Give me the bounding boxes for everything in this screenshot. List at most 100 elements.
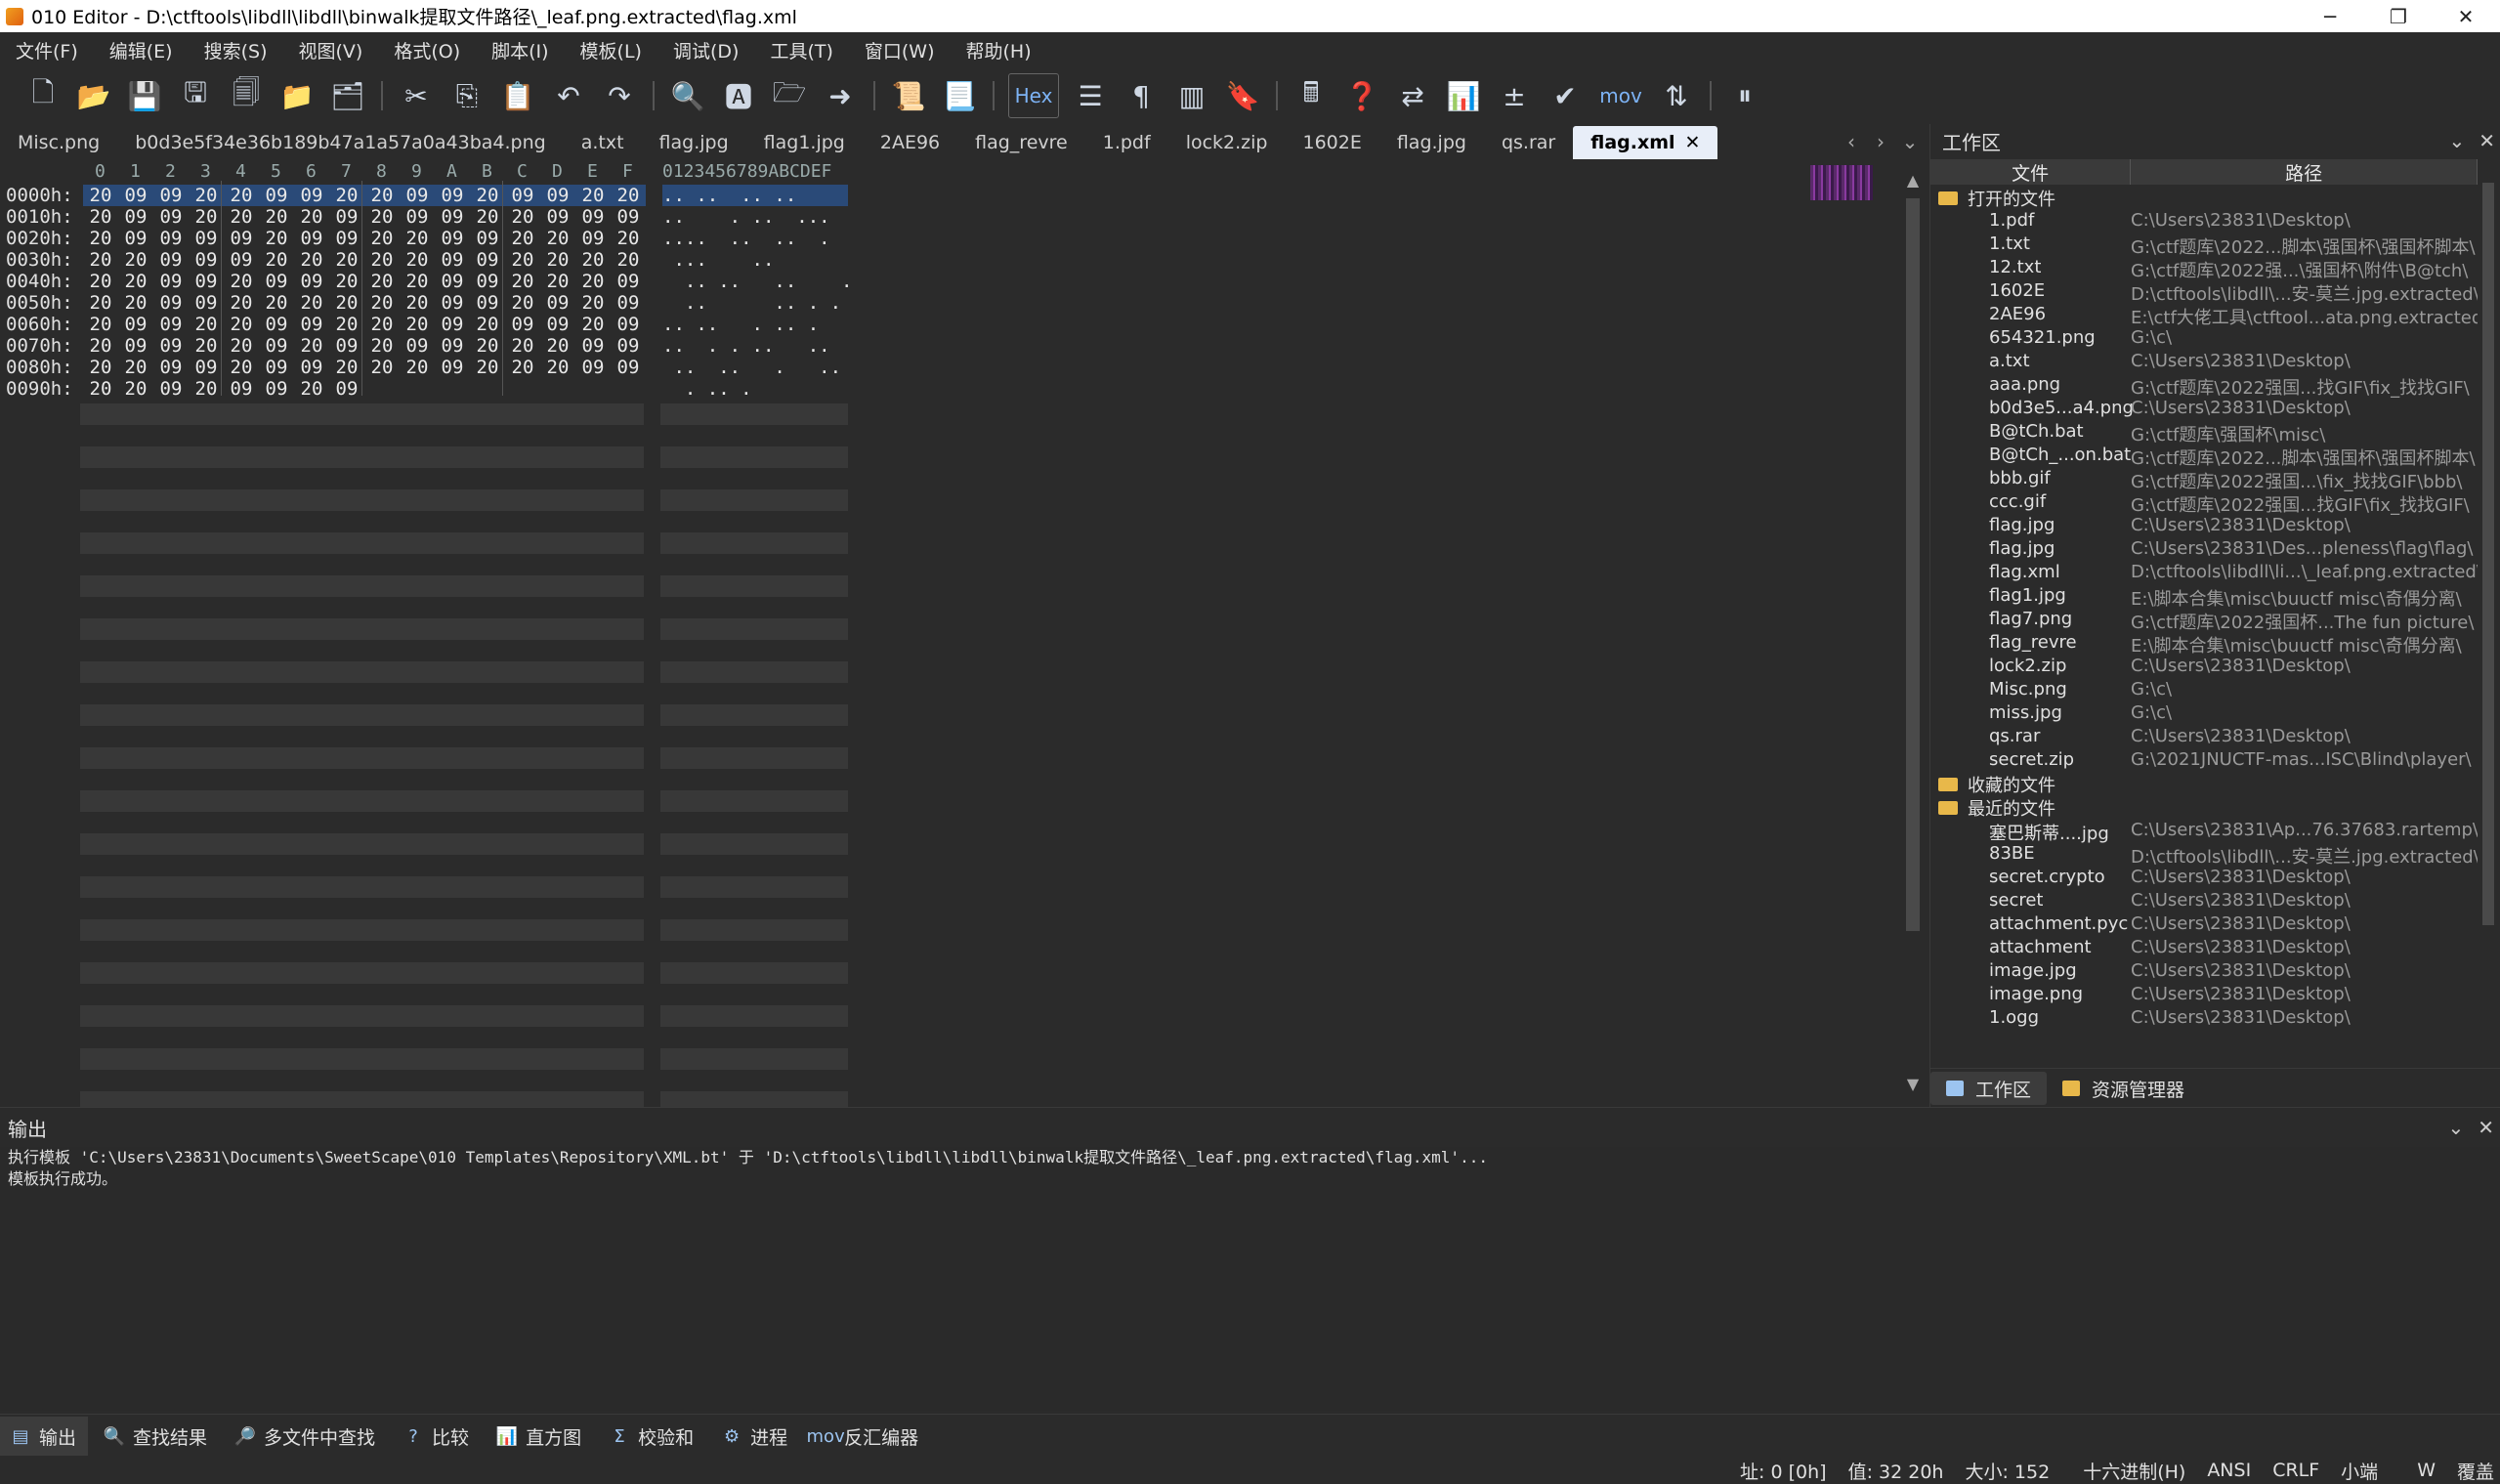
workspace-file-row[interactable]: 12.txt G:\ctf题库\2022强...\强国杯\附件\B@tch\ (1930, 257, 2478, 281)
workspace-file-row[interactable]: flag.xml D:\ctftools\libdll\li...\_leaf.p… (1930, 562, 2478, 585)
workspace-file-row[interactable]: 1.txt G:\ctf题库\2022...脚本\强国杯\强国杯脚本\ (1930, 233, 2478, 258)
hex-byte[interactable]: 20 (470, 357, 505, 378)
row-ascii[interactable]: .. .. .. .. (662, 185, 848, 206)
menu-item[interactable]: 编辑(E) (94, 37, 189, 64)
hex-byte[interactable]: 09 (435, 185, 470, 206)
hex-byte[interactable]: 09 (224, 228, 259, 249)
hex-byte[interactable]: 09 (294, 357, 329, 378)
hex-byte[interactable]: 20 (329, 314, 364, 335)
hex-byte[interactable]: 09 (470, 271, 505, 292)
menu-item[interactable]: 搜索(S) (189, 37, 283, 64)
hex-byte[interactable]: 20 (540, 271, 575, 292)
status-line-end[interactable]: CRLF (2272, 1460, 2319, 1481)
maximize-button[interactable]: ❐ (2364, 0, 2433, 32)
hex-byte[interactable]: 20 (224, 357, 259, 378)
hex-byte[interactable]: 20 (294, 378, 329, 400)
copy-icon[interactable]: ⎘ (447, 74, 487, 117)
checksum-icon[interactable]: ✔ (1546, 74, 1585, 117)
hex-byte[interactable]: 09 (118, 335, 153, 357)
hex-byte[interactable]: 20 (364, 314, 400, 335)
paste-icon[interactable]: 📋 (498, 74, 537, 117)
hex-byte[interactable]: 09 (259, 335, 294, 357)
hex-byte[interactable]: 20 (259, 206, 294, 228)
file-tab[interactable]: flag.xml ✕ (1573, 126, 1718, 159)
hex-byte[interactable]: 20 (364, 335, 400, 357)
hex-byte[interactable]: 20 (118, 249, 153, 271)
hex-byte[interactable]: 09 (153, 292, 189, 314)
hex-byte[interactable]: 09 (435, 292, 470, 314)
panel-menu-icon[interactable]: ⌄ (2447, 1116, 2464, 1139)
hex-byte[interactable]: 20 (540, 249, 575, 271)
menu-item[interactable]: 文件(F) (0, 37, 94, 64)
hex-byte[interactable]: 20 (364, 292, 400, 314)
hex-byte[interactable]: 09 (153, 271, 189, 292)
tab-list-icon[interactable]: ⌄ (1895, 124, 1925, 159)
workspace-file-row[interactable]: miss.jpg G:\c\ (1930, 702, 2478, 726)
row-ascii[interactable]: .. . . .. .. (662, 335, 848, 357)
hex-byte[interactable]: 20 (505, 292, 540, 314)
hex-byte[interactable]: 09 (294, 185, 329, 206)
panel-close-icon[interactable]: ✕ (2478, 1116, 2494, 1139)
workspace-file-row[interactable]: image.jpg C:\Users\23831\Desktop\ (1930, 960, 2478, 984)
menu-item[interactable]: 帮助(H) (951, 37, 1047, 64)
workspace-file-row[interactable]: bbb.gif G:\ctf题库\2022强国...\fix_找找GIF\bbb\ (1930, 468, 2478, 492)
hex-byte[interactable]: 09 (259, 314, 294, 335)
hex-byte[interactable]: 20 (189, 206, 224, 228)
close-window-button[interactable]: ✕ (2432, 0, 2500, 32)
close-tab-icon[interactable]: ✕ (1685, 132, 1701, 153)
hex-byte[interactable]: 09 (540, 292, 575, 314)
save-icon[interactable]: 💾 (125, 74, 164, 117)
hex-byte[interactable]: 09 (259, 271, 294, 292)
hex-byte[interactable]: 09 (153, 185, 189, 206)
status-mode[interactable]: 十六进制(H) (2083, 1458, 2185, 1484)
file-tab[interactable]: Misc.png (0, 126, 117, 159)
hex-byte[interactable]: 09 (435, 206, 470, 228)
column-path-header[interactable]: 路径 (2131, 159, 2478, 185)
menu-item[interactable]: 视图(V) (283, 37, 379, 64)
hex-byte[interactable]: 20 (470, 185, 505, 206)
row-ascii[interactable]: .. . .. ... (662, 206, 848, 228)
status-insert-mode[interactable]: 覆盖 (2457, 1458, 2494, 1484)
hex-byte[interactable]: 09 (118, 185, 153, 206)
tab-explorer[interactable]: 资源管理器 (2047, 1072, 2200, 1105)
hex-byte[interactable]: 20 (505, 249, 540, 271)
open-folder-icon[interactable]: 📁 (277, 74, 317, 117)
hex-byte[interactable]: 09 (189, 357, 224, 378)
hex-byte[interactable]: 09 (153, 314, 189, 335)
hex-byte[interactable]: 20 (611, 249, 646, 271)
workspace-file-row[interactable]: ccc.gif G:\ctf题库\2022强国...找GIF\fix_找找GIF\ (1930, 491, 2478, 516)
hex-byte[interactable]: 20 (83, 314, 118, 335)
hex-byte[interactable]: 09 (294, 228, 329, 249)
workspace-file-row[interactable]: image.png C:\Users\23831\Desktop\ (1930, 984, 2478, 1007)
hex-byte[interactable]: 20 (400, 249, 435, 271)
hex-byte[interactable]: 20 (189, 335, 224, 357)
cut-icon[interactable]: ✂ (397, 74, 436, 117)
pause-icon[interactable]: ⏸ (1725, 74, 1764, 117)
workspace-file-row[interactable]: Misc.png G:\c\ (1930, 679, 2478, 702)
histogram-icon[interactable]: 📊 (1444, 74, 1483, 117)
bottom-tab[interactable]: ▤ 输出 (0, 1417, 89, 1456)
hex-byte[interactable]: 20 (294, 335, 329, 357)
hex-byte[interactable]: 20 (224, 206, 259, 228)
compare-icon[interactable]: ⇄ (1393, 74, 1432, 117)
workspace-file-row[interactable]: a.txt C:\Users\23831\Desktop\ (1930, 351, 2478, 374)
workspace-file-row[interactable]: qs.rar C:\Users\23831\Desktop\ (1930, 726, 2478, 749)
hex-byte[interactable]: 20 (364, 357, 400, 378)
show-whitespace-icon[interactable]: ¶ (1122, 74, 1161, 117)
edit-as-icon[interactable]: ☰ (1071, 74, 1110, 117)
hex-byte[interactable]: 09 (189, 249, 224, 271)
menu-item[interactable]: 脚本(I) (476, 37, 564, 64)
workspace-file-row[interactable]: flag7.png G:\ctf题库\2022强国杯...The fun pict… (1930, 609, 2478, 633)
hex-byte[interactable]: 09 (575, 228, 611, 249)
menu-item[interactable]: 调试(D) (657, 37, 754, 64)
hex-byte[interactable]: 09 (153, 378, 189, 400)
menu-item[interactable]: 窗口(W) (849, 37, 951, 64)
workspace-file-row[interactable]: lock2.zip C:\Users\23831\Desktop\ (1930, 656, 2478, 679)
hex-byte[interactable]: 20 (329, 292, 364, 314)
workspace-file-row[interactable]: B@tCh_...on.bat G:\ctf题库\2022...脚本\强国杯\强国… (1930, 445, 2478, 469)
workspace-file-row[interactable]: secret C:\Users\23831\Desktop\ (1930, 890, 2478, 913)
hex-byte[interactable]: 09 (575, 206, 611, 228)
hex-byte[interactable]: 20 (118, 357, 153, 378)
file-tab[interactable]: 1602E (1285, 126, 1378, 159)
bookmark-icon[interactable]: 🔖 (1223, 74, 1262, 117)
